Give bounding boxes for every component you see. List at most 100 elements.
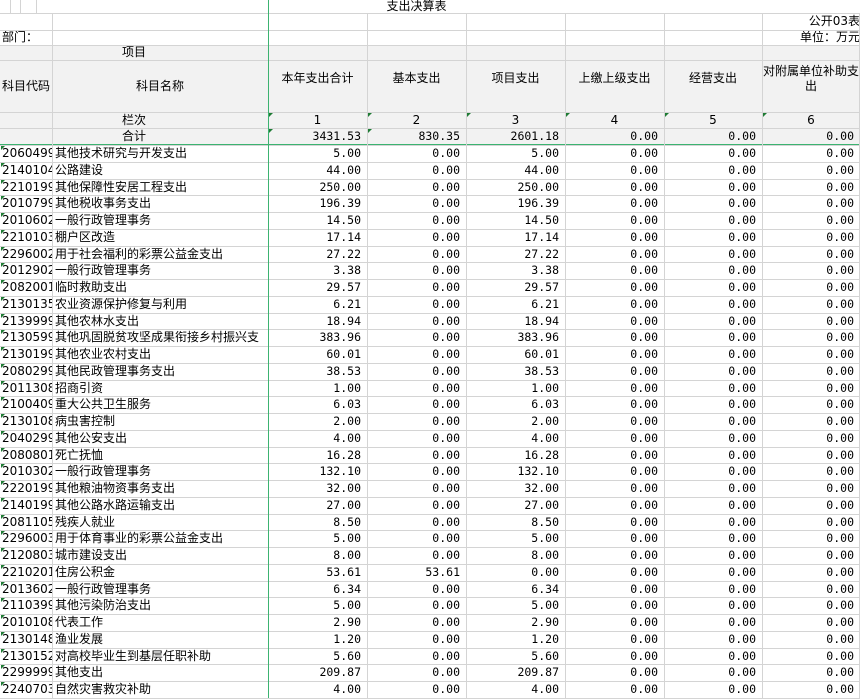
row-value[interactable]: 0.00 — [762, 262, 860, 279]
header-col-5[interactable]: 经营支出 — [664, 45, 762, 112]
row-code[interactable]: 2010302 — [0, 463, 52, 480]
unit-label[interactable]: 单位：万元 — [762, 30, 860, 45]
row-value[interactable]: 0.00 — [565, 631, 664, 648]
row-value[interactable]: 132.10 — [268, 463, 367, 480]
total-value[interactable]: 0.00 — [664, 128, 762, 145]
row-value[interactable]: 0.00 — [565, 229, 664, 246]
row-code[interactable]: 2296003 — [0, 530, 52, 547]
total-value[interactable]: 2601.18 — [466, 128, 565, 145]
row-code[interactable]: 2010108 — [0, 614, 52, 631]
row-value[interactable]: 0.00 — [762, 145, 860, 162]
row-code[interactable]: 2080801 — [0, 447, 52, 464]
row-value[interactable]: 0.00 — [762, 195, 860, 212]
row-name[interactable]: 其他民政管理事务支出 — [52, 363, 268, 380]
row-value[interactable]: 32.00 — [268, 480, 367, 497]
row-value[interactable]: 0.00 — [664, 564, 762, 581]
row-value[interactable]: 0.00 — [762, 363, 860, 380]
row-name[interactable]: 其他支出 — [52, 664, 268, 681]
header-col-4[interactable]: 上缴上级支出 — [565, 45, 664, 112]
row-value[interactable]: 0.00 — [762, 648, 860, 665]
row-value[interactable]: 0.00 — [664, 497, 762, 514]
row-value[interactable]: 2.90 — [268, 614, 367, 631]
header-col-3[interactable]: 项目支出 — [466, 45, 565, 112]
row-name[interactable]: 其他农林水支出 — [52, 313, 268, 330]
row-value[interactable]: 0.00 — [565, 396, 664, 413]
row-value[interactable]: 0.00 — [664, 296, 762, 313]
header-col-1[interactable]: 本年支出合计 — [268, 45, 367, 112]
row-value[interactable]: 4.00 — [466, 681, 565, 698]
row-value[interactable]: 60.01 — [268, 346, 367, 363]
row-value[interactable]: 1.00 — [268, 380, 367, 397]
row-value[interactable]: 2.90 — [466, 614, 565, 631]
row-value[interactable]: 0.00 — [762, 447, 860, 464]
row-value[interactable]: 3.38 — [466, 262, 565, 279]
row-value[interactable]: 0.00 — [664, 179, 762, 196]
row-value[interactable]: 0.00 — [664, 329, 762, 346]
row-value[interactable]: 0.00 — [565, 145, 664, 162]
lanci-2[interactable]: 2 — [367, 112, 466, 128]
row-value[interactable]: 0.00 — [367, 581, 466, 598]
dept-label[interactable]: 部门： — [0, 30, 52, 45]
lanci-1[interactable]: 1 — [268, 112, 367, 128]
row-code[interactable]: 2299999 — [0, 664, 52, 681]
row-value[interactable]: 0.00 — [762, 597, 860, 614]
header-item-group[interactable]: 项目 — [0, 45, 268, 60]
row-value[interactable]: 0.00 — [565, 597, 664, 614]
row-name[interactable]: 公路建设 — [52, 162, 268, 179]
row-value[interactable]: 0.00 — [367, 396, 466, 413]
row-value[interactable]: 0.00 — [367, 380, 466, 397]
row-value[interactable]: 0.00 — [565, 664, 664, 681]
lanci-4[interactable]: 4 — [565, 112, 664, 128]
total-value[interactable]: 0.00 — [565, 128, 664, 145]
row-value[interactable]: 0.00 — [565, 346, 664, 363]
row-value[interactable]: 0.00 — [762, 229, 860, 246]
row-value[interactable]: 0.00 — [367, 648, 466, 665]
row-value[interactable]: 0.00 — [565, 614, 664, 631]
row-name[interactable]: 其他公安支出 — [52, 430, 268, 447]
row-name[interactable]: 其他污染防治支出 — [52, 597, 268, 614]
row-code[interactable]: 2110399 — [0, 597, 52, 614]
row-value[interactable]: 0.00 — [664, 413, 762, 430]
row-value[interactable]: 0.00 — [565, 279, 664, 296]
row-value[interactable]: 5.60 — [466, 648, 565, 665]
row-value[interactable]: 0.00 — [664, 212, 762, 229]
row-value[interactable]: 0.00 — [664, 648, 762, 665]
row-value[interactable]: 16.28 — [466, 447, 565, 464]
row-code[interactable]: 2140104 — [0, 162, 52, 179]
row-value[interactable]: 209.87 — [466, 664, 565, 681]
row-value[interactable]: 0.00 — [762, 162, 860, 179]
row-value[interactable]: 5.00 — [466, 530, 565, 547]
row-name[interactable]: 临时救助支出 — [52, 279, 268, 296]
row-value[interactable]: 196.39 — [466, 195, 565, 212]
row-value[interactable]: 0.00 — [664, 547, 762, 564]
row-value[interactable]: 0.00 — [762, 296, 860, 313]
row-value[interactable]: 29.57 — [466, 279, 565, 296]
row-name[interactable]: 其他粮油物资事务支出 — [52, 480, 268, 497]
row-value[interactable]: 0.00 — [367, 329, 466, 346]
row-value[interactable]: 1.20 — [268, 631, 367, 648]
row-value[interactable]: 0.00 — [565, 195, 664, 212]
row-value[interactable]: 132.10 — [466, 463, 565, 480]
row-value[interactable]: 0.00 — [762, 581, 860, 598]
row-value[interactable]: 0.00 — [762, 396, 860, 413]
row-value[interactable]: 0.00 — [664, 681, 762, 698]
row-value[interactable]: 0.00 — [664, 614, 762, 631]
row-value[interactable]: 0.00 — [565, 363, 664, 380]
row-value[interactable]: 8.00 — [466, 547, 565, 564]
row-name[interactable]: 一般行政管理事务 — [52, 581, 268, 598]
row-code[interactable]: 2130148 — [0, 631, 52, 648]
row-value[interactable]: 0.00 — [762, 346, 860, 363]
row-value[interactable]: 0.00 — [367, 179, 466, 196]
row-value[interactable]: 0.00 — [367, 631, 466, 648]
row-code[interactable]: 2120803 — [0, 547, 52, 564]
row-name[interactable]: 其他公路水路运输支出 — [52, 497, 268, 514]
row-value[interactable]: 0.00 — [565, 162, 664, 179]
row-value[interactable]: 0.00 — [664, 480, 762, 497]
row-value[interactable]: 0.00 — [664, 514, 762, 531]
row-value[interactable]: 0.00 — [367, 262, 466, 279]
row-value[interactable]: 0.00 — [664, 396, 762, 413]
sheet-title[interactable]: 支出决算表 — [268, 0, 565, 13]
row-value[interactable]: 0.00 — [565, 329, 664, 346]
row-value[interactable]: 5.00 — [268, 530, 367, 547]
row-value[interactable]: 0.00 — [367, 447, 466, 464]
